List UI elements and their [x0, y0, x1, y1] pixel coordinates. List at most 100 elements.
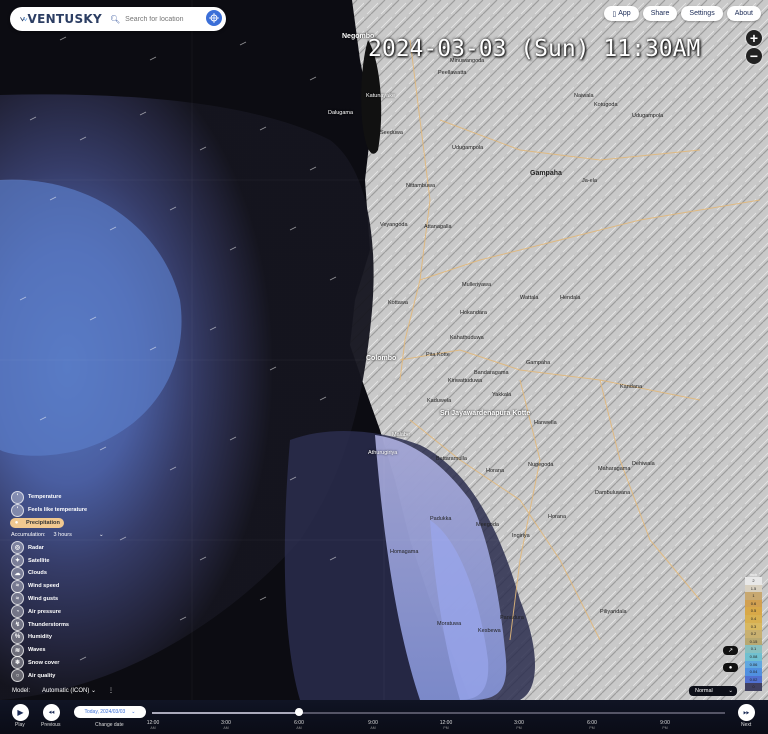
share-button-label: Share — [650, 10, 670, 17]
timeline-handle[interactable] — [295, 708, 303, 716]
weather-map[interactable] — [0, 0, 768, 734]
town-label: Kaduwela — [427, 398, 452, 404]
town-label: Hanwella — [534, 420, 557, 426]
town-label: Kiriwattuduwa — [448, 378, 483, 384]
particles-toggle-button[interactable]: ● — [723, 663, 738, 672]
waves-icon: ≋ — [11, 643, 24, 657]
layer-humidity[interactable]: % Humidity — [11, 630, 104, 644]
settings-button[interactable]: Settings — [681, 6, 723, 21]
layer-clouds[interactable]: ☁ Clouds — [11, 566, 104, 580]
timeline-tick[interactable]: 6:00 PM — [577, 721, 607, 731]
accumulation-select[interactable]: 3 hours ⌄ — [54, 532, 104, 538]
view-mode-value: Normal — [695, 688, 713, 694]
locate-me-button[interactable] — [206, 10, 222, 26]
thermometer-icon: ′ — [11, 490, 24, 504]
layer-precipitation[interactable]: ● Precipitation — [10, 517, 104, 530]
town-label: Udugampola — [632, 113, 664, 119]
town-label: Horana — [486, 468, 505, 474]
town-label: Kesbewa — [478, 628, 501, 634]
legend-cell: 0 — [745, 683, 762, 691]
layer-radar[interactable]: ◎ Radar — [11, 541, 104, 555]
town-label: Gampaha — [526, 360, 551, 366]
town-label: Malabe — [392, 432, 411, 438]
timeline-progress — [152, 712, 299, 714]
timeline-tick[interactable]: 9:00 PM — [650, 721, 680, 731]
about-button-label: About — [734, 10, 753, 17]
tick-ampm: AM — [370, 726, 376, 730]
layer-snow-cover[interactable]: ❄ Snow cover — [11, 656, 104, 670]
layer-wind-speed[interactable]: ≈ Wind speed — [11, 579, 104, 593]
legend-cell: 1 — [745, 592, 762, 600]
town-label: Dalugama — [328, 110, 354, 116]
radar-icon: ◎ — [11, 541, 24, 555]
next-button[interactable]: ⏩︎ — [738, 704, 755, 721]
town-label: Dehiwala — [632, 461, 655, 467]
town-label: Kotugoda — [594, 102, 618, 108]
model-label: Model: — [12, 687, 31, 694]
town-label: Dambuluwana — [595, 490, 631, 496]
thermometer-icon: ′ — [11, 503, 24, 517]
town-label: Seeduwa — [380, 130, 403, 136]
timeline-tick[interactable]: 9:00 AM — [358, 721, 388, 731]
layer-waves[interactable]: ≋ Waves — [11, 643, 104, 657]
legend-cell: 0.3 — [745, 622, 762, 631]
search-input[interactable] — [123, 14, 216, 24]
timeline-tick[interactable]: 12:00 PM — [431, 721, 461, 731]
timeline-tick[interactable]: 6:00 AM — [284, 721, 314, 731]
lightning-icon: ↯ — [11, 618, 24, 632]
play-label: Play — [15, 722, 25, 728]
model-value: Automatic (ICON) — [42, 688, 90, 694]
town-label: Naiwala — [574, 93, 594, 99]
app-button[interactable]: ▯ App — [604, 6, 639, 21]
layer-thunderstorms[interactable]: ↯ Thunderstorms — [11, 618, 104, 632]
town-label: Padukka — [430, 516, 452, 522]
town-label: Yakkala — [492, 392, 512, 398]
layer-label: Clouds — [28, 570, 47, 577]
layer-wind-gusts[interactable]: ≈ Wind gusts — [11, 592, 104, 606]
town-label: Kottawa — [388, 300, 408, 306]
next-label: Next — [741, 722, 752, 728]
town-label: Maharagama — [598, 466, 631, 472]
tick-ampm: PM — [443, 726, 449, 730]
view-toggle-button[interactable]: ↗ — [723, 646, 738, 655]
change-date-label: Change date — [95, 722, 124, 728]
town-label: Wattala — [520, 295, 539, 301]
wind-icon: ≈ — [11, 579, 24, 593]
legend-cell: 0.04 — [745, 668, 762, 676]
search-bar: VENTUSKY 🔍︎ — [10, 7, 226, 31]
zoom-out-button[interactable]: − — [746, 48, 762, 64]
logo-text: VENTUSKY — [27, 12, 102, 26]
layer-satellite[interactable]: ✦ Satellite — [11, 554, 104, 568]
layer-label: Thunderstorms — [28, 621, 70, 628]
share-button[interactable]: Share — [642, 6, 678, 21]
layer-feels-like[interactable]: ′ Feels like temperature — [11, 503, 104, 517]
previous-button[interactable]: ⏪︎ — [43, 704, 60, 721]
timeline-tick[interactable]: 3:00 AM — [211, 721, 241, 731]
about-button[interactable]: About — [726, 6, 761, 21]
layer-label: Wind speed — [28, 583, 60, 590]
more-icon[interactable]: ⋮ — [108, 687, 114, 694]
cloud-icon: ☁ — [11, 566, 24, 580]
layer-temperature[interactable]: ′ Temperature — [11, 490, 104, 504]
date-select[interactable]: Today, 2024/03/03 ⌄ — [74, 706, 146, 718]
logo-icon — [20, 17, 28, 22]
town-label: Meegoda — [476, 522, 499, 528]
ventusky-logo[interactable]: VENTUSKY — [20, 12, 102, 26]
zoom-in-button[interactable]: + — [746, 30, 762, 46]
city-label: Sri Jayawardenapura Kotte — [440, 410, 531, 417]
play-button[interactable]: ▶ — [12, 704, 29, 721]
cursor-icon: ↗ — [727, 648, 734, 654]
layer-air-quality[interactable]: ○ Air quality — [11, 669, 104, 683]
timeline-tick[interactable]: 3:00 PM — [504, 721, 534, 731]
minus-icon: − — [749, 48, 759, 64]
town-label: Udugampola — [452, 145, 484, 151]
model-select[interactable]: Automatic (ICON) ⌄ — [42, 687, 102, 694]
layer-label: Air pressure — [28, 608, 61, 615]
legend-cell: 0.6 — [745, 599, 762, 608]
layer-label: Radar — [28, 544, 44, 551]
timeline-tick[interactable]: 12:00 AM — [138, 721, 168, 731]
view-mode-select[interactable]: Normal ⌄ — [689, 686, 737, 696]
play-icon: ▶ — [17, 708, 24, 717]
layer-air-pressure[interactable]: ◔ Air pressure — [11, 605, 104, 619]
satellite-icon: ✦ — [11, 554, 24, 568]
